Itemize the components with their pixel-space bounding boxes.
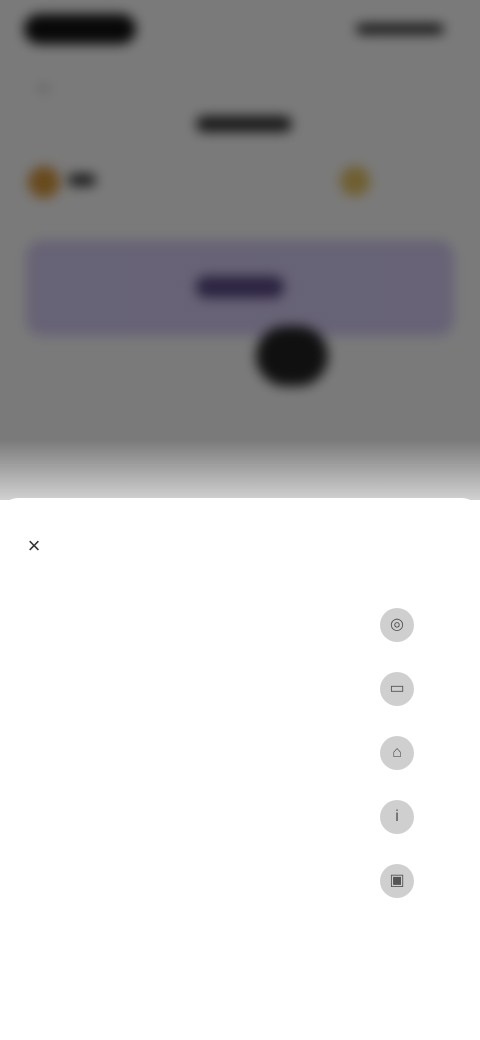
info-icon: i xyxy=(380,800,414,834)
card-icon: ▭ xyxy=(380,672,414,706)
sheet-header: × xyxy=(0,498,480,588)
option-item[interactable]: ⌂ xyxy=(0,722,480,786)
option-item[interactable]: ▭ xyxy=(0,658,480,722)
app-screen: ← × ◎ ▭ xyxy=(0,0,480,1040)
modal-scrim[interactable] xyxy=(0,0,480,500)
coin-icon: ◎ xyxy=(380,608,414,642)
option-item[interactable]: ◎ xyxy=(0,594,480,658)
option-item[interactable]: ▣ xyxy=(0,850,480,914)
bottom-sheet: × ◎ ▭ ⌂ i ▣ xyxy=(0,498,480,1040)
sheet-options: ◎ ▭ ⌂ i ▣ xyxy=(0,594,480,914)
close-icon[interactable]: × xyxy=(20,532,48,560)
option-item[interactable]: i xyxy=(0,786,480,850)
bank-icon: ⌂ xyxy=(380,736,414,770)
wallet-icon: ▣ xyxy=(380,864,414,898)
